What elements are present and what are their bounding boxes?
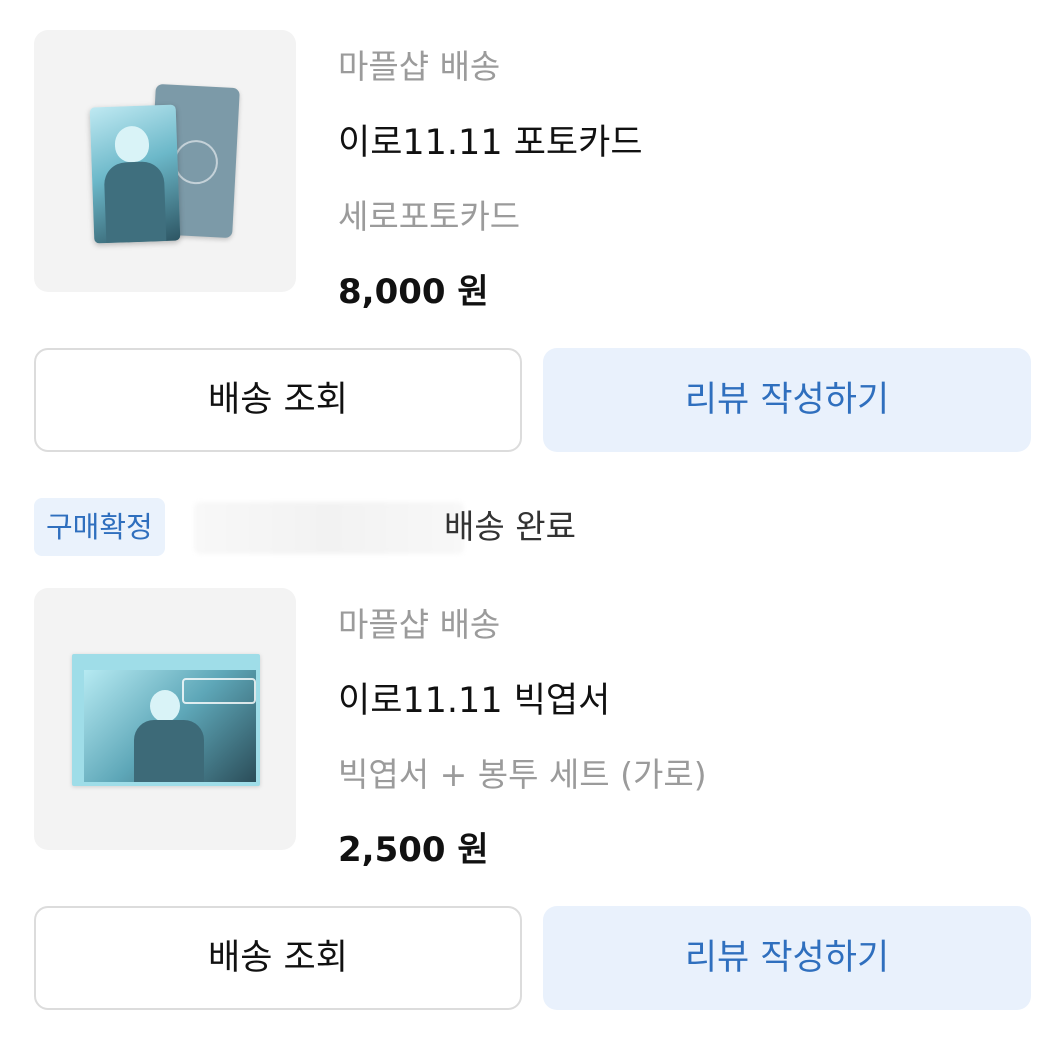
product-option: 세로포토카드 — [338, 197, 521, 236]
photocard-front-image — [89, 104, 181, 244]
delivery-status: 배송 완료 — [444, 507, 576, 546]
product-item[interactable]: 마플샵 배송 이로11.11 빅엽서 빅엽서 + 봉투 세트 (가로) 2,50… — [34, 588, 1024, 870]
write-review-button[interactable]: 리뷰 작성하기 — [543, 348, 1031, 452]
track-delivery-button[interactable]: 배송 조회 — [34, 348, 522, 452]
write-review-button[interactable]: 리뷰 작성하기 — [543, 906, 1031, 1010]
figure-body — [134, 720, 204, 782]
product-option: 빅엽서 + 봉투 세트 (가로) — [338, 755, 707, 794]
product-price: 2,500 원 — [338, 830, 489, 870]
postcard-image — [72, 654, 260, 786]
figure-head — [114, 125, 150, 163]
product-price: 8,000 원 — [338, 272, 489, 312]
product-thumbnail[interactable] — [34, 588, 296, 850]
neon-sign — [182, 678, 256, 704]
blurred-date — [194, 502, 464, 554]
purchase-confirmed-badge: 구매확정 — [34, 498, 165, 556]
logo-mark — [172, 138, 220, 186]
product-title[interactable]: 이로11.11 빅엽서 — [338, 672, 610, 723]
figure-body — [103, 160, 167, 244]
track-delivery-button[interactable]: 배송 조회 — [34, 906, 522, 1010]
figure-head — [150, 690, 180, 722]
product-thumbnail[interactable] — [34, 30, 296, 292]
order-status-row: 구매확정 배송 완료 — [34, 498, 1024, 556]
product-item[interactable]: 마플샵 배송 이로11.11 포토카드 세로포토카드 8,000 원 — [34, 30, 1024, 312]
product-title[interactable]: 이로11.11 포토카드 — [338, 114, 643, 165]
postcard-artwork — [84, 670, 256, 782]
shop-label: 마플샵 배송 — [338, 605, 501, 644]
shop-label: 마플샵 배송 — [338, 47, 501, 86]
